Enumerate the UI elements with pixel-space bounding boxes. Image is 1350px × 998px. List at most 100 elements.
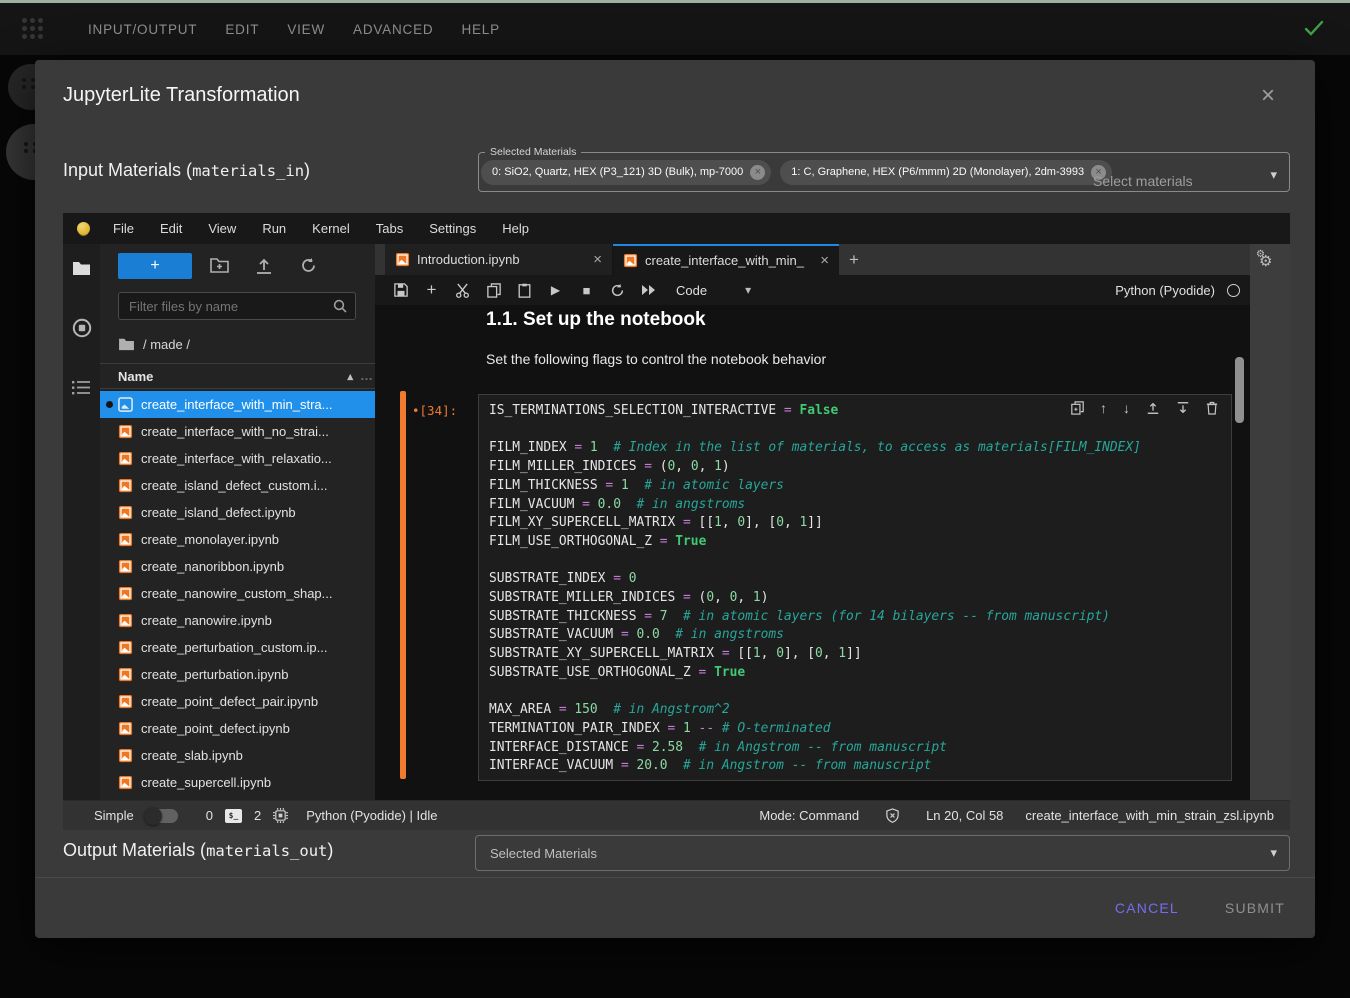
material-chip[interactable]: 0: SiO2, Quartz, HEX (P3_121) 3D (Bulk),… (481, 160, 771, 185)
submit-button[interactable]: SUBMIT (1225, 900, 1285, 916)
output-materials-select[interactable]: Selected Materials ▾ (475, 835, 1290, 871)
refresh-icon[interactable] (300, 257, 317, 274)
lightbulb-icon[interactable] (77, 222, 90, 235)
restart-kernel-icon[interactable] (602, 283, 633, 298)
jupyter-menu-item[interactable]: Help (489, 221, 542, 236)
notebook-scrollbar[interactable] (1235, 357, 1244, 423)
file-row[interactable]: create_perturbation.ipynb (100, 661, 375, 688)
simple-mode-label: Simple (94, 808, 134, 823)
kernel-status-icon[interactable] (1227, 284, 1240, 297)
move-up-icon[interactable]: ↑ (1100, 401, 1107, 416)
tab-label[interactable]: Introduction.ipynb (417, 252, 587, 267)
jupyter-menu-item[interactable]: Edit (147, 221, 195, 236)
restart-run-all-icon[interactable] (633, 284, 664, 296)
shield-x-icon[interactable] (885, 808, 900, 824)
jupyter-menu-item[interactable]: View (195, 221, 249, 236)
copy-icon[interactable] (478, 283, 509, 298)
simple-mode-toggle[interactable] (146, 809, 178, 823)
new-launcher-button[interactable]: + (118, 253, 192, 279)
cell-type-dropdown[interactable]: Code (676, 283, 707, 298)
tab-create-interface[interactable]: create_interface_with_min_ × (613, 244, 839, 275)
app-menu-item[interactable]: INPUT/OUTPUT (74, 22, 211, 37)
notebook-icon (395, 252, 410, 267)
jupyter-menu-item[interactable]: Settings (416, 221, 489, 236)
tab-label[interactable]: create_interface_with_min_ (645, 253, 814, 268)
chevron-down-icon[interactable]: ▾ (1270, 167, 1277, 183)
column-options-icon[interactable]: … (360, 368, 373, 383)
stop-icon[interactable]: ■ (571, 283, 602, 298)
delete-cell-icon[interactable] (1206, 401, 1218, 416)
app-menu-item[interactable]: ADVANCED (339, 22, 447, 37)
file-row[interactable]: create_island_defect_custom.i... (100, 472, 375, 499)
cancel-button[interactable]: CANCEL (1115, 900, 1179, 916)
code-cell-editor[interactable]: IS_TERMINATIONS_SELECTION_INTERACTIVE = … (478, 394, 1232, 781)
app-menu-item[interactable]: EDIT (211, 22, 273, 37)
tab-introduction[interactable]: Introduction.ipynb × (385, 244, 613, 275)
save-icon[interactable] (385, 283, 416, 297)
jupyter-menu-item[interactable]: Run (249, 221, 299, 236)
file-row[interactable]: create_perturbation_custom.ip... (100, 634, 375, 661)
kernel-name-button[interactable]: Python (Pyodide) (1115, 283, 1215, 298)
duplicate-cell-icon[interactable] (1071, 401, 1084, 416)
insert-above-icon[interactable] (1146, 401, 1160, 416)
running-kernels-icon[interactable] (72, 318, 92, 338)
terminal-icon[interactable]: $_ (225, 809, 242, 823)
file-row[interactable]: create_monolayer.ipynb (100, 526, 375, 553)
notebook-content[interactable]: 1.1. Set up the notebook Set the followi… (375, 305, 1250, 800)
cursor-position[interactable]: Ln 20, Col 58 (926, 808, 1003, 823)
kernel-chip-icon[interactable] (273, 808, 288, 823)
move-down-icon[interactable]: ↓ (1123, 401, 1130, 416)
app-menu-item[interactable]: HELP (447, 22, 513, 37)
kernel-count[interactable]: 2 (254, 808, 261, 823)
command-mode-indicator[interactable]: Mode: Command (759, 808, 859, 823)
file-row[interactable]: create_nanowire_custom_shap... (100, 580, 375, 607)
file-row[interactable]: create_nanowire.ipynb (100, 607, 375, 634)
new-folder-icon[interactable] (210, 257, 229, 273)
app-top-bar: INPUT/OUTPUTEDITVIEWADVANCEDHELP (0, 0, 1350, 55)
terminal-count[interactable]: 0 (206, 808, 213, 823)
file-row[interactable]: create_point_defect.ipynb (100, 715, 375, 742)
sort-caret-icon[interactable]: ▴ (347, 370, 353, 383)
breadcrumb-path[interactable]: / made / (143, 337, 190, 352)
file-row[interactable]: create_interface_with_relaxatio... (100, 445, 375, 472)
select-materials-placeholder[interactable]: Select materials (1093, 173, 1193, 189)
file-browser-icon[interactable] (72, 260, 91, 276)
table-of-contents-icon[interactable] (72, 380, 91, 395)
chevron-down-icon[interactable]: ▾ (745, 283, 751, 297)
close-icon[interactable]: × (820, 252, 829, 269)
remove-chip-icon[interactable]: × (750, 165, 765, 180)
file-row[interactable]: create_supercell.ipynb (100, 769, 375, 796)
app-logo-icon[interactable] (22, 18, 44, 40)
upload-icon[interactable] (256, 257, 272, 274)
kernel-status-text[interactable]: Python (Pyodide) | Idle (306, 808, 437, 823)
close-icon[interactable]: × (1261, 84, 1275, 108)
breadcrumb[interactable]: / made / (118, 332, 190, 356)
run-icon[interactable]: ▶ (540, 283, 571, 297)
app-menu-item[interactable]: VIEW (273, 22, 339, 37)
jupyter-menu-item[interactable]: Tabs (363, 221, 416, 236)
file-row[interactable]: create_nanoribbon.ipynb (100, 553, 375, 580)
name-column-header[interactable]: Name (118, 369, 153, 384)
file-row[interactable]: create_interface_with_no_strai... (100, 418, 375, 445)
file-list-header[interactable]: Name ▴ … (100, 363, 375, 389)
jupyter-menu-item[interactable]: File (100, 221, 147, 236)
active-cell-indicator (400, 391, 406, 779)
material-chip[interactable]: 1: C, Graphene, HEX (P6/mmm) 2D (Monolay… (780, 160, 1112, 185)
insert-below-icon[interactable] (1176, 401, 1190, 416)
cut-icon[interactable] (447, 283, 478, 298)
file-row[interactable]: create_slab.ipynb (100, 742, 375, 769)
close-icon[interactable]: × (593, 251, 602, 268)
paste-icon[interactable] (509, 283, 540, 298)
file-row[interactable]: create_point_defect_pair.ipynb (100, 688, 375, 715)
filter-files-input[interactable] (119, 299, 333, 314)
dialog-title: JupyterLite Transformation (63, 84, 300, 107)
settings-gears-icon[interactable]: ⚙ ⚙ (1259, 252, 1272, 271)
insert-cell-icon[interactable]: + (416, 280, 447, 300)
check-icon[interactable] (1304, 20, 1324, 36)
add-tab-icon[interactable]: + (839, 244, 869, 275)
file-row[interactable]: create_interface_with_min_stra... (100, 391, 375, 418)
search-icon[interactable] (333, 299, 347, 313)
file-row[interactable]: create_island_defect.ipynb (100, 499, 375, 526)
modified-dot-icon: • (412, 403, 420, 418)
jupyter-menu-item[interactable]: Kernel (299, 221, 363, 236)
